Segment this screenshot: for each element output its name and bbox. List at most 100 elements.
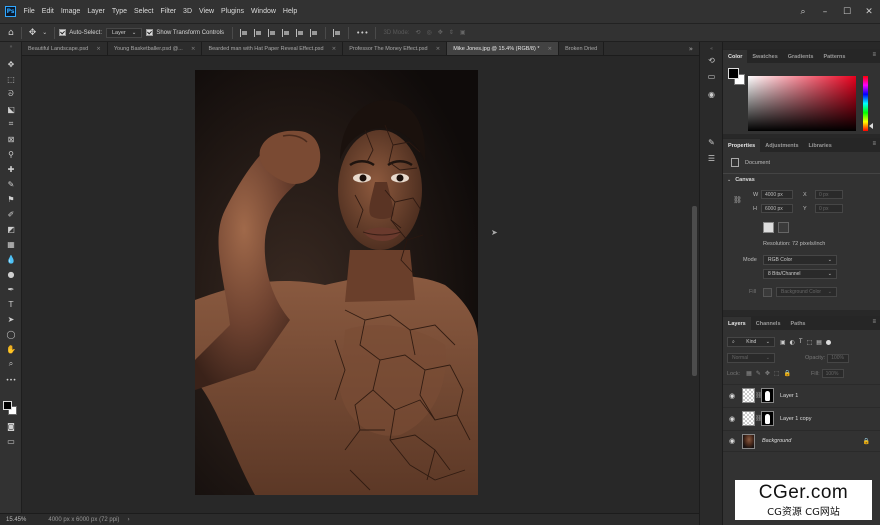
brush-tool-icon[interactable]: ✎ — [3, 178, 19, 190]
hand-tool-icon[interactable]: ✋ — [3, 343, 19, 355]
close-icon[interactable]: × — [332, 46, 337, 52]
tab-beautiful-landscape[interactable]: Beautiful Landscape.psd × — [22, 42, 108, 55]
auto-select-checkbox[interactable] — [59, 29, 67, 36]
eye-icon[interactable]: ◉ — [727, 437, 737, 445]
path-selection-tool-icon[interactable]: ➤ — [3, 313, 19, 325]
type-tool-icon[interactable]: T — [3, 298, 19, 310]
tab-color[interactable]: Color — [723, 50, 748, 63]
bit-depth-dropdown[interactable]: 8 Bits/Channel ⌄ — [763, 269, 837, 279]
zoom-level[interactable]: 15.45% — [6, 517, 26, 523]
eye-icon[interactable]: ◉ — [727, 392, 737, 400]
link-icon[interactable]: ⛓ — [733, 196, 742, 204]
foreground-color-swatch[interactable] — [728, 68, 739, 79]
move-tool-icon[interactable]: ✥ — [3, 58, 19, 70]
align-middle-icon[interactable] — [296, 28, 304, 37]
tab-young-basketballer[interactable]: Young Basketballer.psd @... × — [107, 42, 203, 55]
layer-mask-thumbnail[interactable] — [761, 411, 774, 426]
frame-tool-icon[interactable]: ⊠ — [3, 133, 19, 145]
layer-name[interactable]: Layer 1 — [780, 393, 798, 399]
canvas-area[interactable]: ➤ — [22, 56, 699, 513]
marquee-tool-icon[interactable]: ⬚ — [3, 73, 19, 85]
filter-type-icon[interactable]: T — [799, 339, 803, 345]
zoom-tool-icon[interactable]: ⌕ — [3, 358, 19, 370]
history-brush-tool-icon[interactable]: ✐ — [3, 208, 19, 220]
lock-pixels-icon[interactable]: ✎ — [756, 370, 761, 377]
layer-row[interactable]: ◉ ⛓ Layer 1 copy — [723, 407, 880, 429]
tab-patterns[interactable]: Patterns — [818, 50, 850, 63]
more-options-button[interactable]: ••• — [356, 29, 368, 37]
3d-scale-icon[interactable]: ▣ — [460, 29, 466, 36]
y-field[interactable]: 0 px — [815, 204, 843, 213]
panel-menu-icon[interactable]: ≡ — [872, 52, 876, 58]
eraser-tool-icon[interactable]: ◩ — [3, 223, 19, 235]
menu-type[interactable]: Type — [108, 8, 130, 15]
photoshop-logo-icon[interactable]: Ps — [5, 6, 16, 17]
home-icon[interactable]: ⌂ — [8, 28, 14, 38]
distribute-icon[interactable] — [333, 28, 341, 37]
tab-swatches[interactable]: Swatches — [747, 50, 782, 63]
3d-drag-icon[interactable]: ✥ — [438, 29, 443, 36]
brush-settings-icon[interactable]: ✎ — [705, 138, 718, 149]
eye-icon[interactable]: ◉ — [727, 415, 737, 423]
layer-name[interactable]: Background — [762, 438, 791, 444]
portrait-orientation-icon[interactable] — [763, 222, 774, 233]
fill-dropdown[interactable]: Background Color ⌄ — [776, 287, 837, 297]
chevron-down-icon[interactable]: ⌄ — [727, 177, 731, 183]
opacity-field[interactable]: 100% — [827, 353, 850, 363]
gradient-tool-icon[interactable]: ▦ — [3, 238, 19, 250]
tab-properties[interactable]: Properties — [723, 139, 761, 152]
toolbar-collapse-icon[interactable]: » — [3, 44, 19, 50]
healing-brush-tool-icon[interactable]: ✚ — [3, 163, 19, 175]
more-tools-icon[interactable]: ••• — [3, 374, 19, 386]
layer-row[interactable]: ◉ Background 🔒 — [723, 430, 880, 452]
filter-adjustment-icon[interactable]: ◐ — [790, 339, 795, 346]
close-icon[interactable]: × — [96, 46, 101, 52]
hue-slider-handle[interactable] — [869, 123, 873, 129]
3d-slide-icon[interactable]: ⇕ — [449, 29, 454, 36]
tab-bearded-man[interactable]: Bearded man with Hat Paper Reveal Effect… — [202, 42, 344, 55]
lock-position-icon[interactable]: ✥ — [765, 370, 770, 377]
maximize-button[interactable]: ☐ — [836, 7, 858, 17]
fill-field[interactable]: 100% — [821, 369, 844, 378]
crop-tool-icon[interactable]: ⌗ — [3, 118, 19, 130]
align-bottom-icon[interactable] — [310, 28, 318, 37]
filter-pixel-icon[interactable]: ▣ — [780, 339, 786, 346]
close-icon[interactable]: × — [548, 46, 553, 52]
show-transform-checkbox[interactable] — [146, 29, 154, 36]
eyedropper-tool-icon[interactable]: ⚲ — [3, 148, 19, 160]
screen-mode-icon[interactable]: ▭ — [3, 435, 19, 447]
clone-stamp-tool-icon[interactable]: ⚑ — [3, 193, 19, 205]
align-right-icon[interactable] — [268, 28, 276, 37]
layer-thumbnail[interactable] — [742, 411, 755, 426]
pen-tool-icon[interactable]: ✒ — [3, 283, 19, 295]
close-icon[interactable]: × — [436, 46, 441, 52]
filter-smart-object-icon[interactable]: ▤ — [816, 339, 822, 346]
lock-transparent-icon[interactable]: ▦ — [746, 370, 752, 377]
panel-menu-icon[interactable]: ≡ — [872, 141, 876, 147]
auto-select-dropdown[interactable]: Layer ⌄ — [105, 27, 143, 38]
lock-icon[interactable]: 🔒 — [863, 438, 870, 445]
tab-libraries[interactable]: Libraries — [804, 139, 837, 152]
tab-mike-jones[interactable]: Mike Jones.jpg @ 15.4% (RGB/8) * × — [447, 42, 560, 55]
tabs-overflow-button[interactable]: » — [689, 42, 693, 55]
chevron-right-icon[interactable]: › — [127, 516, 129, 523]
layer-name[interactable]: Layer 1 copy — [780, 416, 812, 422]
lock-all-icon[interactable]: 🔒 — [784, 370, 791, 377]
menu-view[interactable]: View — [196, 8, 218, 15]
adjustments-icon[interactable]: ☰ — [705, 154, 718, 165]
filter-toggle-icon[interactable] — [825, 339, 831, 345]
align-left-icon[interactable] — [240, 28, 248, 37]
lasso-tool-icon[interactable]: ᘐ — [3, 88, 19, 100]
menu-help[interactable]: Help — [279, 8, 300, 15]
menu-file[interactable]: File — [20, 8, 38, 15]
dodge-tool-icon[interactable]: ● — [3, 268, 19, 280]
vertical-scrollbar[interactable] — [692, 206, 697, 376]
mode-dropdown[interactable]: RGB Color ⌄ — [763, 255, 837, 265]
align-center-icon[interactable] — [254, 28, 262, 37]
close-button[interactable]: ✕ — [858, 7, 880, 17]
height-field[interactable]: 6000 px — [761, 204, 793, 213]
layer-thumbnail[interactable] — [742, 388, 755, 403]
layer-row[interactable]: ◉ ⛓ Layer 1 — [723, 384, 880, 406]
lock-artboard-icon[interactable]: ⬚ — [774, 370, 780, 377]
tab-adjustments[interactable]: Adjustments — [760, 139, 803, 152]
